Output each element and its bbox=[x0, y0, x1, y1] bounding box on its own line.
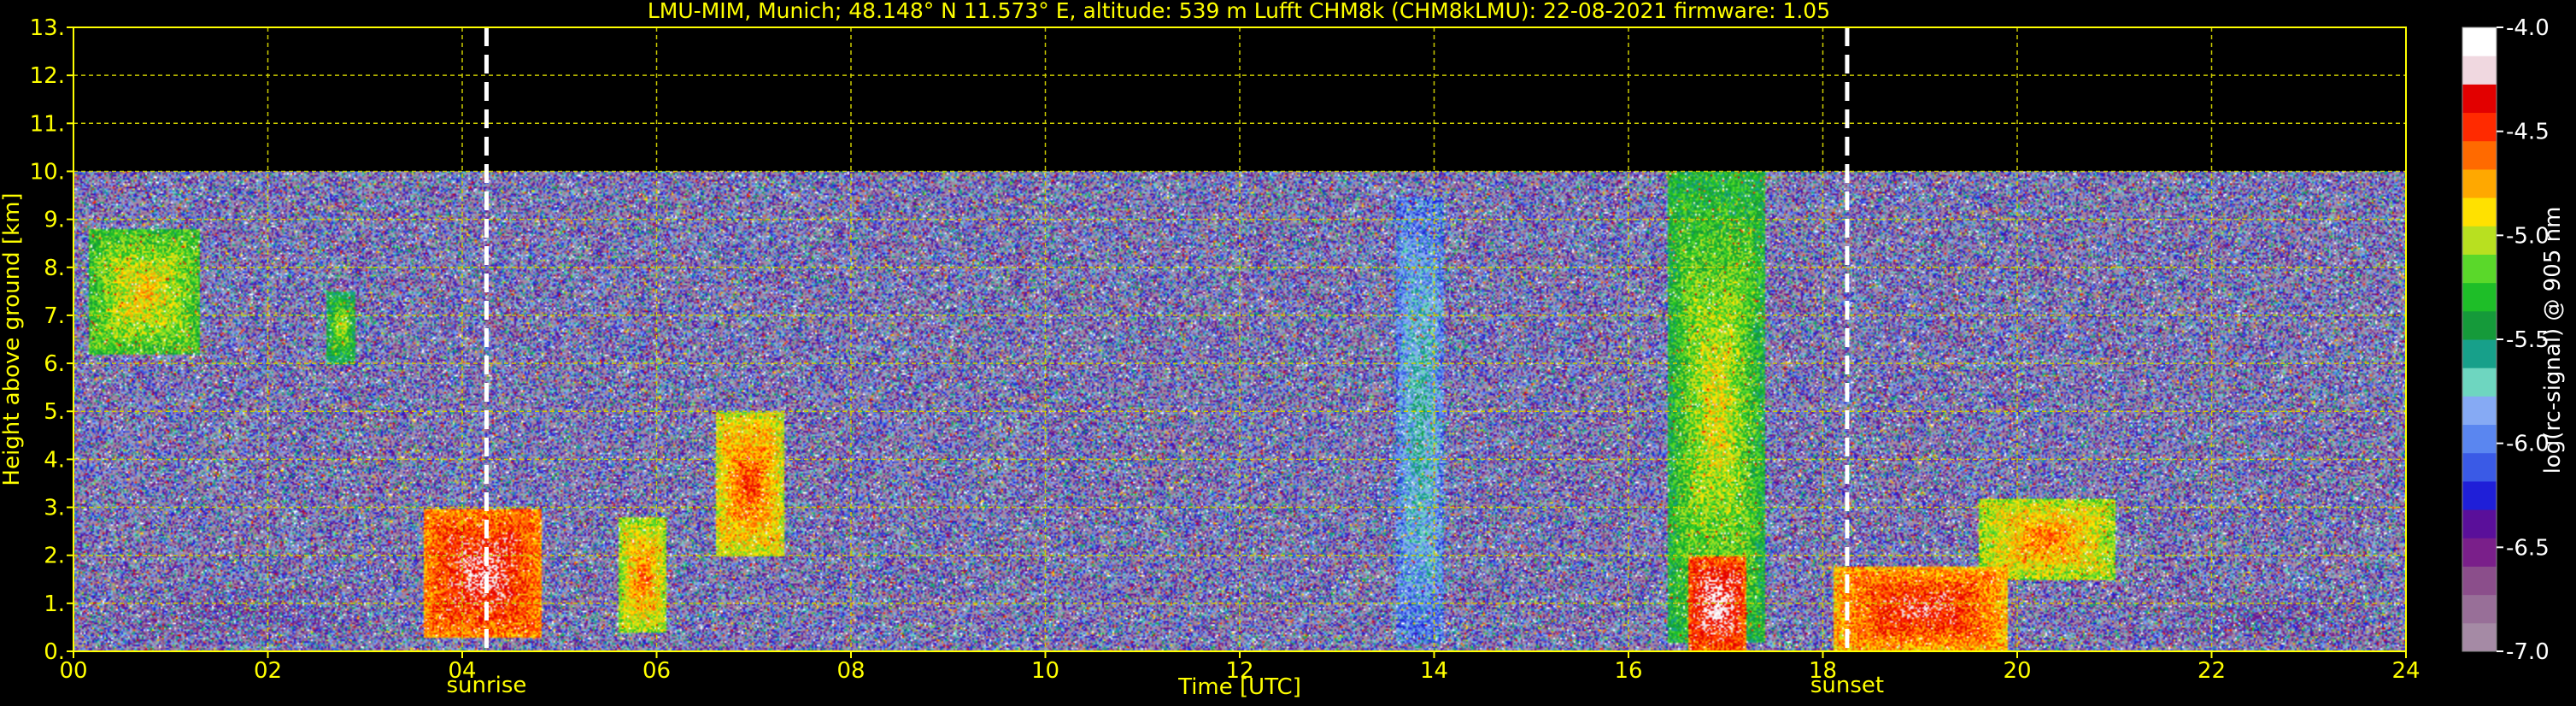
colorbar-segment bbox=[2462, 197, 2497, 227]
y-tick-label: 0. bbox=[44, 639, 65, 665]
colorbar-segment bbox=[2462, 140, 2497, 170]
y-tick-label: 7. bbox=[44, 303, 65, 329]
colorbar-segment bbox=[2462, 424, 2497, 454]
ceilometer-chart: LMU-MIM, Munich; 48.148° N 11.573° E, al… bbox=[0, 0, 2576, 706]
colorbar-segment bbox=[2462, 168, 2497, 198]
y-tick-label: 8. bbox=[44, 256, 65, 281]
colorbar-tick-label: -7.0 bbox=[2506, 639, 2550, 665]
colorbar-tick-label: -4.5 bbox=[2506, 120, 2550, 145]
colorbar-tick-label: -4.0 bbox=[2506, 15, 2550, 41]
colorbar-segment bbox=[2462, 622, 2497, 652]
y-tick-label: 11. bbox=[30, 111, 65, 137]
y-tick-label: 3. bbox=[44, 496, 65, 521]
colorbar bbox=[2462, 26, 2497, 652]
x-tick-label: 24 bbox=[2391, 658, 2420, 684]
x-tick-label: 02 bbox=[254, 658, 282, 684]
colorbar-segment bbox=[2462, 566, 2497, 596]
x-tick-label: 22 bbox=[2198, 658, 2226, 684]
x-axis-label: Time [UTC] bbox=[1177, 674, 1301, 700]
x-tick-label: 10 bbox=[1031, 658, 1059, 684]
colorbar-segment bbox=[2462, 84, 2497, 114]
y-tick-label: 12. bbox=[30, 63, 65, 89]
y-tick-label: 9. bbox=[44, 208, 65, 233]
colorbar-segment bbox=[2462, 452, 2497, 482]
colorbar-segment bbox=[2462, 56, 2497, 85]
y-tick-label: 10. bbox=[30, 159, 65, 185]
colorbar-segment bbox=[2462, 396, 2497, 426]
x-tick-label: 20 bbox=[2003, 658, 2031, 684]
x-tick-label: 06 bbox=[643, 658, 671, 684]
colorbar-segment bbox=[2462, 282, 2497, 312]
x-tick-label: 16 bbox=[1614, 658, 1642, 684]
chart-title: LMU-MIM, Munich; 48.148° N 11.573° E, al… bbox=[648, 0, 1830, 23]
colorbar-segment bbox=[2462, 480, 2497, 510]
y-tick-label: 5. bbox=[44, 399, 65, 425]
y-axis-label: Height above ground [km] bbox=[0, 192, 25, 485]
colorbar-label: log(rc-signal) @ 905 nm bbox=[2540, 207, 2566, 474]
colorbar-tick-label: -6.5 bbox=[2506, 535, 2550, 561]
colorbar-segment bbox=[2462, 112, 2497, 142]
y-tick-label: 13. bbox=[30, 15, 65, 41]
colorbar-segment bbox=[2462, 339, 2497, 368]
colorbar-segment bbox=[2462, 27, 2497, 56]
colorbar-segment bbox=[2462, 594, 2497, 624]
x-tick-label: 04 bbox=[448, 658, 476, 684]
colorbar-segment bbox=[2462, 226, 2497, 255]
x-tick-label: 14 bbox=[1420, 658, 1448, 684]
x-tick-label: 08 bbox=[836, 658, 865, 684]
colorbar-segment bbox=[2462, 254, 2497, 284]
colorbar-segment bbox=[2462, 538, 2497, 567]
colorbar-segment bbox=[2462, 509, 2497, 538]
colorbar-segment bbox=[2462, 368, 2497, 397]
y-tick-label: 1. bbox=[44, 591, 65, 617]
colorbar-segment bbox=[2462, 310, 2497, 340]
y-tick-label: 6. bbox=[44, 351, 65, 377]
x-tick-label: 18 bbox=[1809, 658, 1837, 684]
y-tick-label: 4. bbox=[44, 447, 65, 473]
y-tick-label: 2. bbox=[44, 544, 65, 569]
